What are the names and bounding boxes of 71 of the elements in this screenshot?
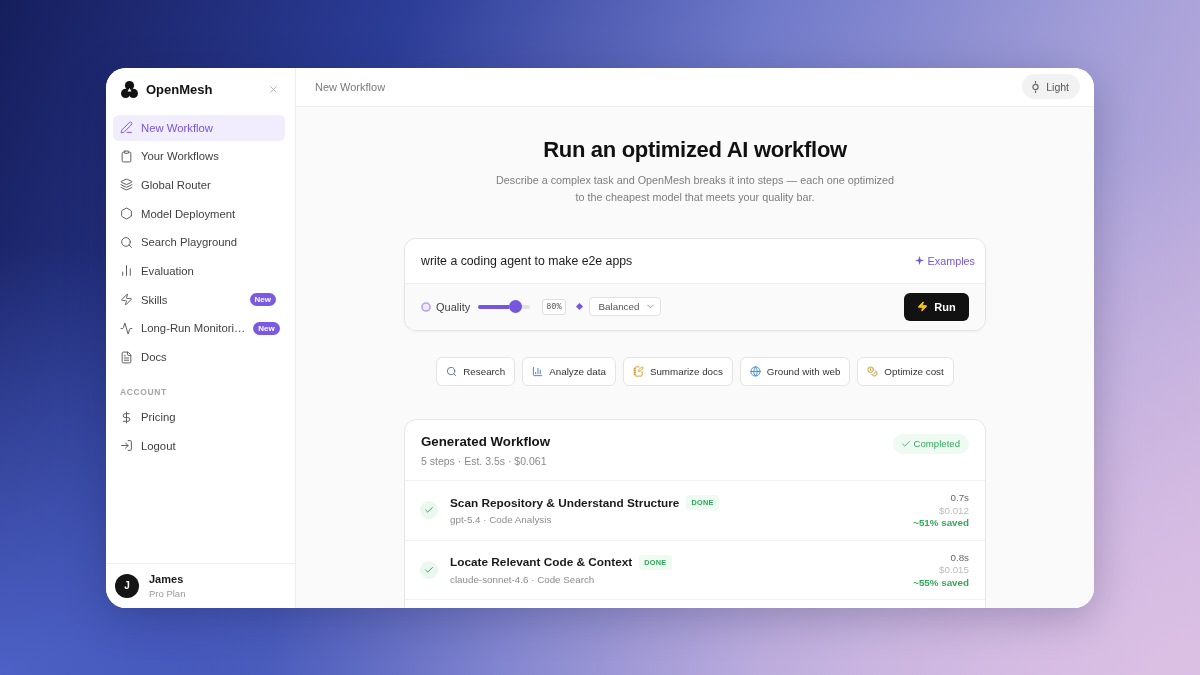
step-saving: ~55% saved (913, 576, 969, 588)
nav-item[interactable]: Logout (113, 432, 285, 459)
quick-action-chip[interactable]: Analyze data (522, 356, 616, 386)
step-detail: gpt-5.4 · Code Analysis (450, 514, 552, 525)
nav-item[interactable]: Docs (113, 344, 285, 370)
pen-icon (120, 121, 133, 134)
diamond-icon (575, 303, 583, 310)
card-title: Generated Workflow (421, 432, 551, 450)
check-icon (900, 438, 911, 449)
nav-item[interactable]: Model Deployment (113, 200, 285, 227)
nav-item[interactable]: Pricing (113, 404, 285, 430)
ring-icon (421, 301, 431, 312)
step-time: 0.8s (950, 551, 969, 563)
quick-action-chip[interactable]: Ground with web (739, 356, 851, 386)
close-icon (268, 84, 279, 95)
mode-select[interactable]: Balanced (588, 297, 662, 316)
quick-action-chip[interactable]: Summarize docs (622, 356, 733, 386)
card-meta: 5 steps · Est. 3.5s · $0.061 (421, 454, 547, 467)
step-saving: ~51% saved (913, 517, 969, 528)
slider-thumb[interactable] (509, 300, 523, 313)
nav-item[interactable]: Your Workflows (113, 143, 285, 170)
prompt-field[interactable]: write a coding agent to make e2e apps Examples (405, 238, 985, 283)
sparkle-icon (914, 256, 924, 265)
quality-label: Quality (436, 300, 471, 313)
lightning-icon (120, 293, 133, 307)
globe-icon (749, 365, 761, 377)
section-heading: ACCOUNT (120, 387, 167, 397)
brand-name: OpenMesh (146, 82, 214, 97)
pulse-icon (120, 321, 133, 335)
quick-action-chip[interactable]: Optimize cost (857, 356, 954, 386)
theme-toggle[interactable]: Light (1022, 74, 1080, 99)
new-badge: New (253, 321, 280, 335)
coins-icon (867, 365, 879, 377)
nav-item[interactable]: Evaluation (113, 257, 285, 284)
document-icon (120, 350, 133, 364)
arrow-into-bracket-icon (120, 439, 133, 453)
dollar-icon (120, 410, 133, 424)
step-title: Locate Relevant Code & Context (450, 555, 633, 569)
search-icon (120, 235, 133, 249)
bar-chart-icon (532, 365, 544, 377)
quality-value: 80% (542, 298, 566, 315)
new-badge: New (249, 293, 276, 307)
step-cost: $0.015 (939, 564, 969, 575)
lightning-icon (917, 301, 929, 312)
user-plan: Pro Plan (149, 587, 186, 599)
status-label: Completed (913, 438, 960, 449)
nav-item[interactable]: Global Router (113, 171, 285, 198)
step-title: Scan Repository & Understand Structure (450, 495, 680, 510)
nav-item[interactable]: New Workflow (113, 114, 285, 141)
step-detail: claude-sonnet-4.6 · Code Search (450, 573, 595, 585)
clipboard-icon (120, 149, 133, 163)
nav-item[interactable]: Long-Run Monitori… New (113, 315, 285, 342)
user-avatar: J (115, 573, 139, 598)
nav-item[interactable]: Search Playground (113, 229, 285, 256)
page-subtitle: Describe a complex task and OpenMesh breaks it into steps — each one optimized to the cheapest model that meets your quality bar. (495, 172, 895, 205)
breadcrumb: New Workflow (315, 80, 386, 93)
hexagon-icon (120, 207, 133, 221)
run-button[interactable]: Run (904, 292, 969, 321)
logo-icon (121, 81, 138, 98)
layers-icon (120, 178, 133, 192)
user-name: James (149, 572, 184, 585)
examples-link[interactable]: Examples (914, 254, 975, 267)
bar-chart-icon (120, 264, 133, 278)
search-icon (446, 365, 458, 377)
step-time: 0.7s (950, 492, 969, 503)
step-cost: $0.012 (939, 504, 969, 516)
sun-icon (1031, 80, 1041, 93)
page-title: Run an optimized AI workflow (543, 135, 847, 164)
quick-action-chip[interactable]: Research (436, 356, 516, 386)
nav-item[interactable]: Skills New (113, 286, 285, 313)
notepad-pen-icon (632, 365, 644, 377)
